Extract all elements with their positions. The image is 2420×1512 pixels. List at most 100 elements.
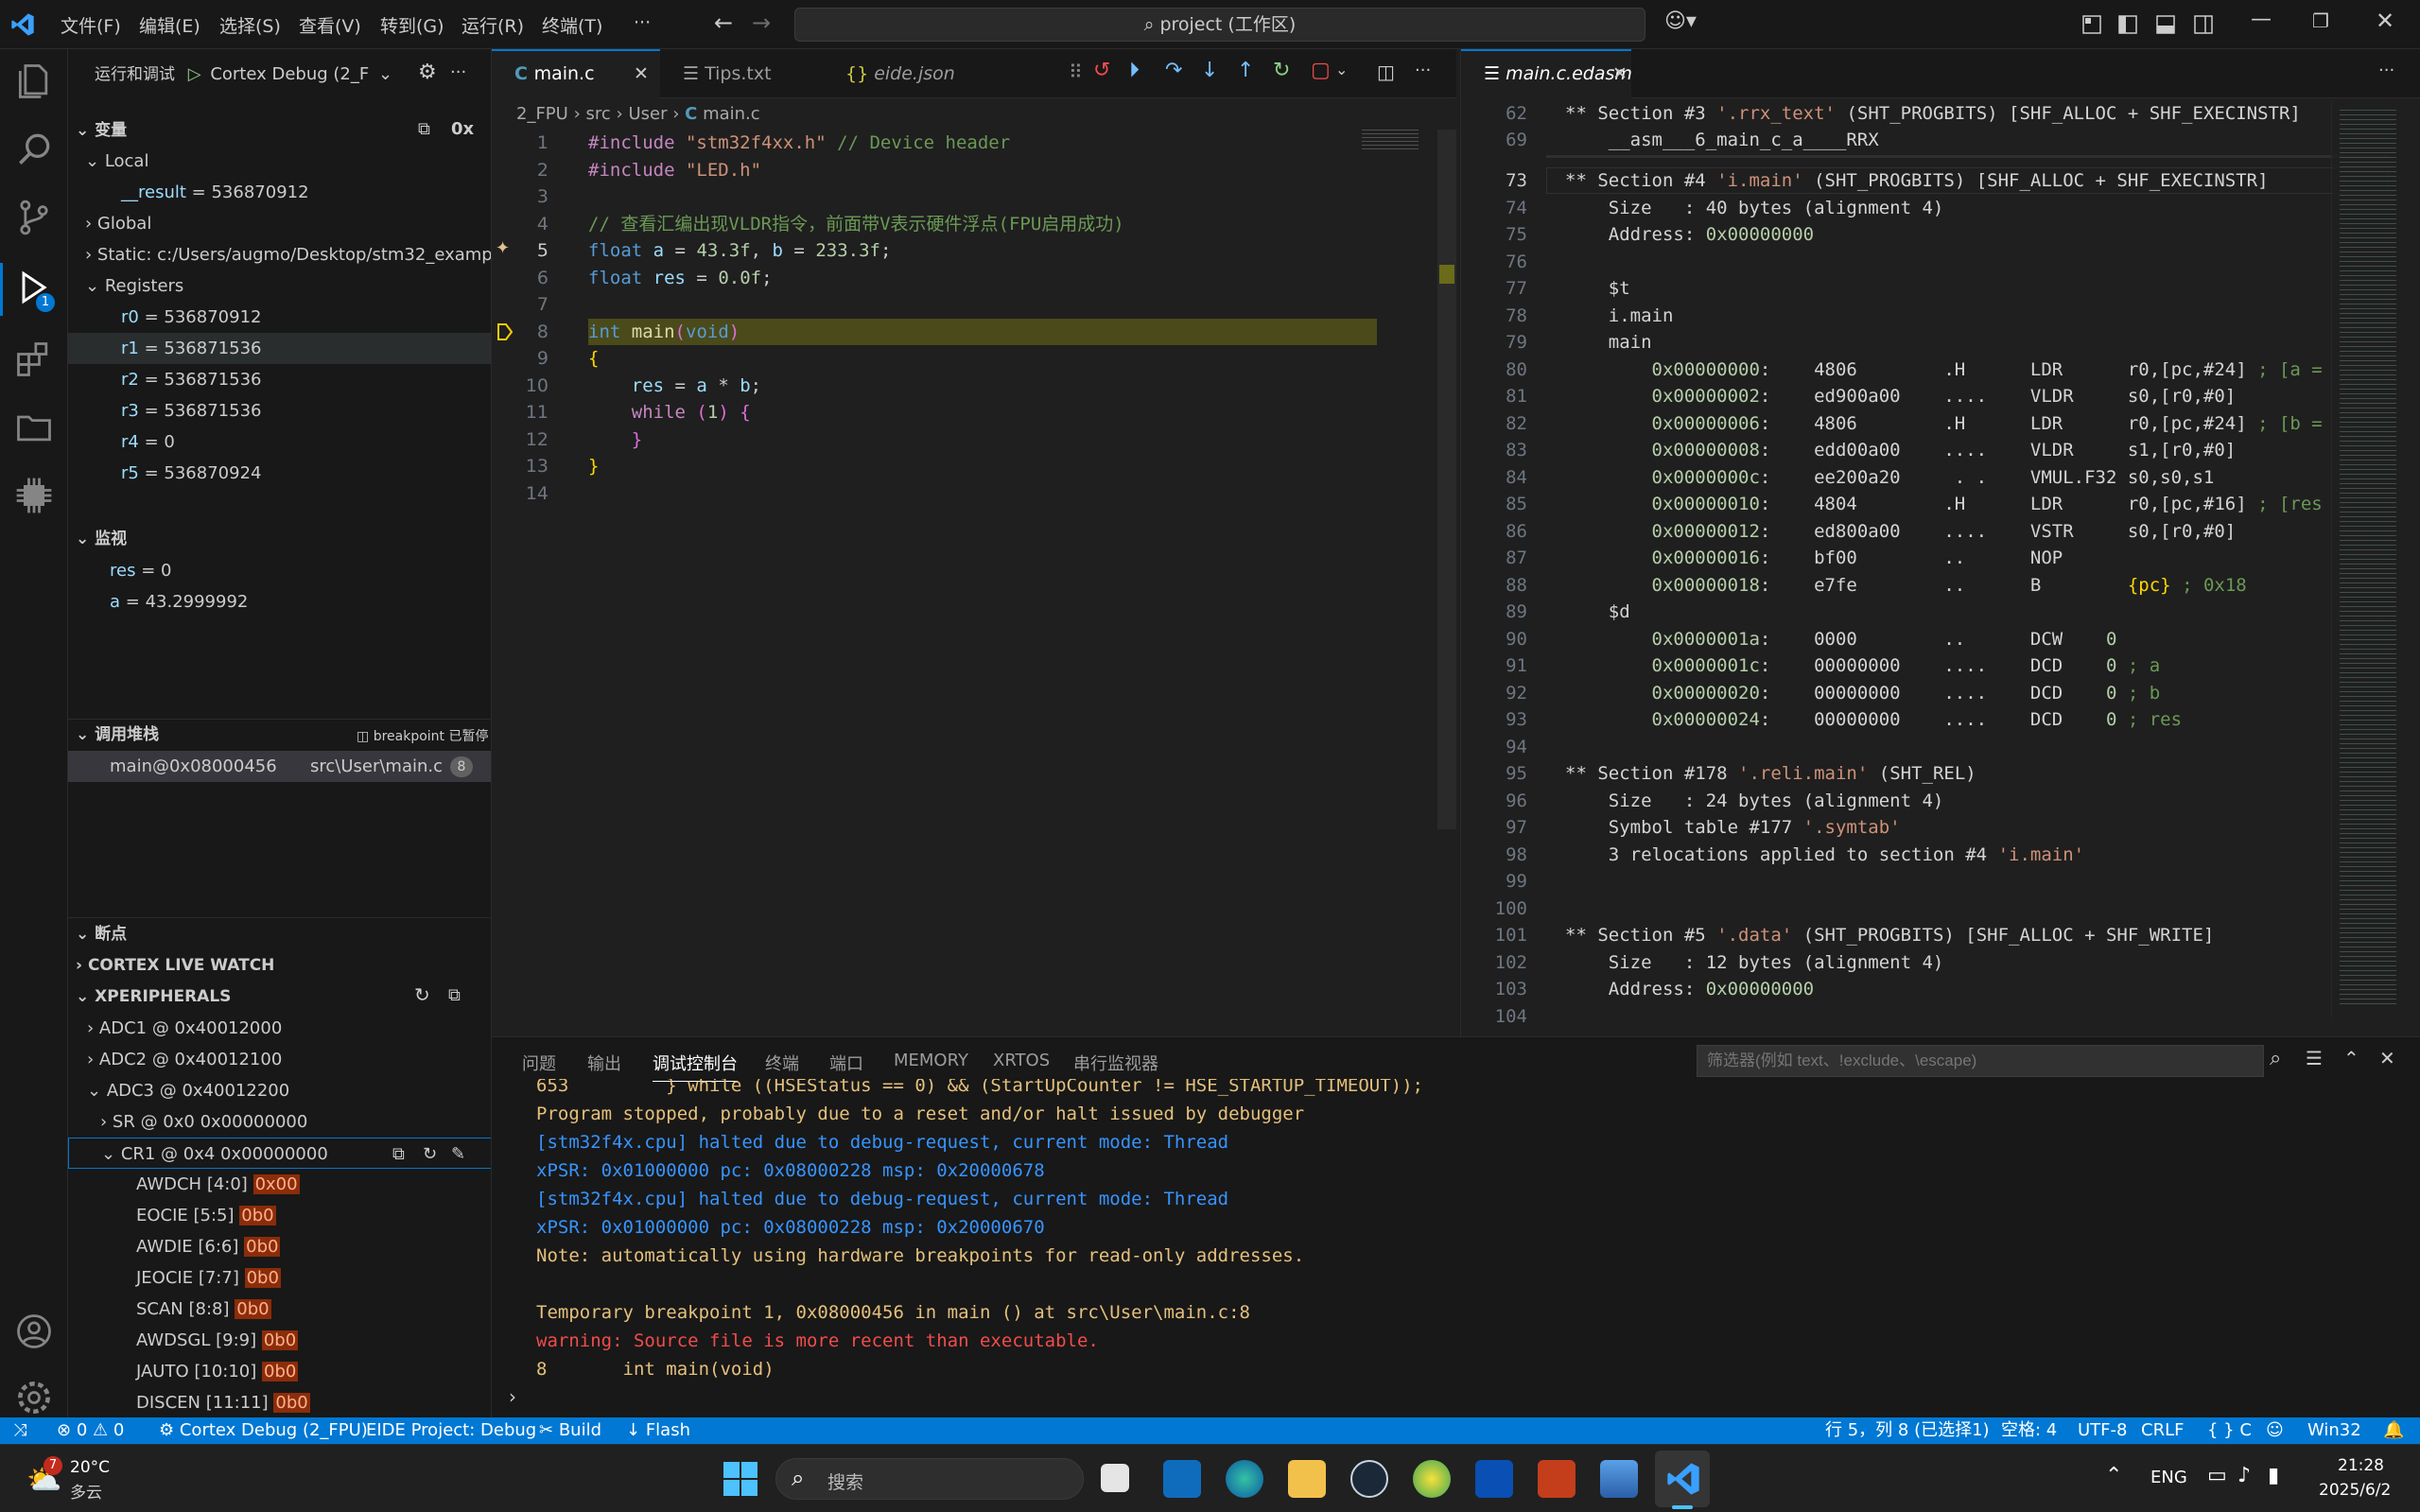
restore-icon[interactable]: ❐ <box>2312 9 2329 32</box>
cortex-live-section[interactable]: › CORTEX LIVE WATCH <box>76 950 491 982</box>
field-row[interactable]: JEOCIE [7:7] 0b0 <box>136 1262 491 1294</box>
continue-icon[interactable]: ⏵ <box>1129 59 1140 82</box>
register-row[interactable]: r2 = 536871536 <box>121 364 491 395</box>
toggle-panel-icon[interactable] <box>2156 15 2175 34</box>
clock-time[interactable]: 21:28 <box>2338 1456 2384 1475</box>
split-editor-icon[interactable]: ◫ <box>1377 61 1395 83</box>
scope-local[interactable]: ⌄ Local <box>85 146 491 177</box>
remote-icon[interactable]: ⤨ <box>13 1417 26 1444</box>
maximize-panel-icon[interactable]: ⌃ <box>2343 1047 2359 1069</box>
chip-icon[interactable] <box>13 475 55 516</box>
encoding[interactable]: UTF-8 <box>2078 1417 2127 1444</box>
flash-button[interactable]: ↓ Flash <box>626 1417 690 1444</box>
command-center-search[interactable]: ⌕ project (工作区) <box>794 8 1645 42</box>
panel-tab-memory[interactable]: MEMORY <box>894 1051 968 1070</box>
copilot-icon[interactable]: ☺▾ <box>1664 9 1697 33</box>
scope-global[interactable]: › Global <box>85 208 491 239</box>
scope-static[interactable]: › Static: c:/Users/augmo/Desktop/stm32_e… <box>85 239 491 270</box>
console-input[interactable] <box>530 1385 2411 1414</box>
source-control-icon[interactable] <box>13 197 55 238</box>
drag-handle-icon[interactable]: ⠿ <box>1069 61 1083 83</box>
field-row[interactable]: EOCIE [5:5] 0b0 <box>136 1200 491 1231</box>
build-button[interactable]: ✂ Build <box>539 1417 601 1444</box>
toggle-sidebar-icon[interactable] <box>2118 15 2137 34</box>
clear-console-icon[interactable]: ☰ <box>2306 1047 2323 1069</box>
field-row[interactable]: JAUTO [10:10] 0b0 <box>136 1356 491 1387</box>
register-item-selected[interactable]: ⌄ CR1 @ 0x4 0x00000000 ⧉ ↻ ✎ <box>68 1138 491 1170</box>
minimap[interactable] <box>1362 130 1419 150</box>
console-filter-input[interactable] <box>1697 1045 2264 1077</box>
breadcrumb-item[interactable]: src <box>586 104 611 124</box>
breadcrumb-item[interactable]: main.c <box>703 104 760 124</box>
watch-row[interactable]: a = 43.2999992 <box>110 586 491 617</box>
watch-row[interactable]: res = 0 <box>110 555 491 586</box>
debug-status[interactable]: ⚙ Cortex Debug (2_FPU) <box>159 1417 368 1444</box>
problems-status[interactable]: ⊗ 0 ⚠ 0 <box>57 1417 124 1444</box>
panel-tab-problems[interactable]: 问题 <box>522 1051 556 1075</box>
lightbulb-icon[interactable]: ✦ <box>496 238 510 258</box>
editor-scrollbar[interactable] <box>1437 130 1456 829</box>
edit-pencil-icon[interactable]: ✎ <box>451 1138 465 1170</box>
network-icon[interactable]: ▭ <box>2207 1464 2227 1487</box>
scope-registers[interactable]: ⌄ Registers <box>85 270 491 302</box>
restart-icon[interactable]: ↻ <box>1273 59 1290 82</box>
weather-widget[interactable]: ⛅ 7 20°C 多云 <box>15 1454 166 1503</box>
debug-settings-icon[interactable]: ⚙ <box>418 61 437 84</box>
menu-more[interactable]: ··· <box>634 12 651 33</box>
app-green-icon[interactable] <box>1413 1460 1451 1498</box>
register-row[interactable]: r5 = 536870924 <box>121 458 491 489</box>
collapse-all-icon[interactable]: ⧉ <box>448 985 461 1005</box>
end-of-line[interactable]: CRLF <box>2141 1417 2184 1444</box>
field-row[interactable]: AWDSGL [9:9] 0b0 <box>136 1325 491 1356</box>
breakpoints-section[interactable]: ⌄ 断点 <box>76 919 491 950</box>
menu-edit[interactable]: 编辑(E) <box>139 12 200 38</box>
copilot-status-icon[interactable]: ☺ <box>2266 1417 2284 1444</box>
clock-date[interactable]: 2025/6/2 <box>2319 1481 2391 1500</box>
layout-customize-icon[interactable] <box>2082 15 2101 34</box>
store-icon[interactable] <box>1475 1460 1513 1498</box>
photos-icon[interactable] <box>1600 1460 1638 1498</box>
register-row[interactable]: r1 = 536871536 <box>68 333 491 364</box>
panel-tab-serial-monitor[interactable]: 串行监视器 <box>1073 1051 1158 1075</box>
register-row[interactable]: r4 = 0 <box>121 426 491 458</box>
breadcrumb-item[interactable]: 2_FPU <box>516 104 568 124</box>
explorer-icon[interactable] <box>13 61 55 102</box>
outlook-icon[interactable] <box>1163 1460 1201 1498</box>
refresh-icon[interactable]: ↻ <box>423 1138 437 1170</box>
refresh-icon[interactable]: ↻ <box>414 983 430 1006</box>
minimize-icon[interactable]: — <box>2251 8 2272 31</box>
close-window-icon[interactable]: ✕ <box>2376 8 2394 34</box>
vscode-taskbar-icon[interactable] <box>1664 1460 1702 1498</box>
menu-selection[interactable]: 选择(S) <box>219 12 281 38</box>
file-explorer-icon[interactable] <box>1288 1460 1326 1498</box>
callstack-frame[interactable]: main@0x08000456 src\User\main.c 8 <box>68 751 491 782</box>
search-sidebar-icon[interactable] <box>13 129 55 170</box>
peripheral-item[interactable]: › ADC2 @ 0x40012100 <box>87 1044 491 1075</box>
hex-toggle[interactable]: 0x <box>451 119 474 139</box>
extensions-icon[interactable] <box>13 339 55 380</box>
peripheral-item[interactable]: ⌄ ADC3 @ 0x40012200 <box>87 1075 491 1106</box>
language-mode[interactable]: { } C <box>2207 1417 2252 1444</box>
platform[interactable]: Win32 <box>2307 1417 2361 1444</box>
register-row[interactable]: r0 = 536870912 <box>121 302 491 333</box>
forward-arrow-icon[interactable]: → <box>752 9 771 36</box>
panel-tab-output[interactable]: 输出 <box>587 1051 621 1075</box>
menu-go[interactable]: 转到(G) <box>380 12 444 38</box>
chevron-down-icon[interactable]: ⌄ <box>378 64 392 84</box>
input-language[interactable]: ENG <box>2150 1468 2187 1487</box>
panel-tab-terminal[interactable]: 终端 <box>765 1051 799 1075</box>
close-panel-icon[interactable]: ✕ <box>2379 1047 2395 1069</box>
copy-icon[interactable]: ⧉ <box>392 1138 405 1170</box>
more-actions-icon[interactable]: ··· <box>1415 61 1431 80</box>
close-tab-icon[interactable]: ✕ <box>634 51 649 96</box>
stop-icon[interactable]: ▢ <box>1311 59 1331 82</box>
collapse-all-icon[interactable]: ⧉ <box>418 119 430 139</box>
debug-console-output[interactable]: 653 } while ((HSEStatus == 0) && (StartU… <box>492 1079 2420 1382</box>
folder-icon[interactable] <box>13 407 55 448</box>
tray-overflow-chevron-icon[interactable]: ⌃ <box>2105 1464 2122 1487</box>
field-row[interactable]: AWDIE [6:6] 0b0 <box>136 1231 491 1262</box>
field-row[interactable]: SCAN [8:8] 0b0 <box>136 1294 491 1325</box>
edge-icon[interactable] <box>1226 1460 1263 1498</box>
panel-tab-debug-console[interactable]: 调试控制台 <box>653 1051 738 1082</box>
watch-section[interactable]: ⌄ 监视 <box>76 524 491 555</box>
